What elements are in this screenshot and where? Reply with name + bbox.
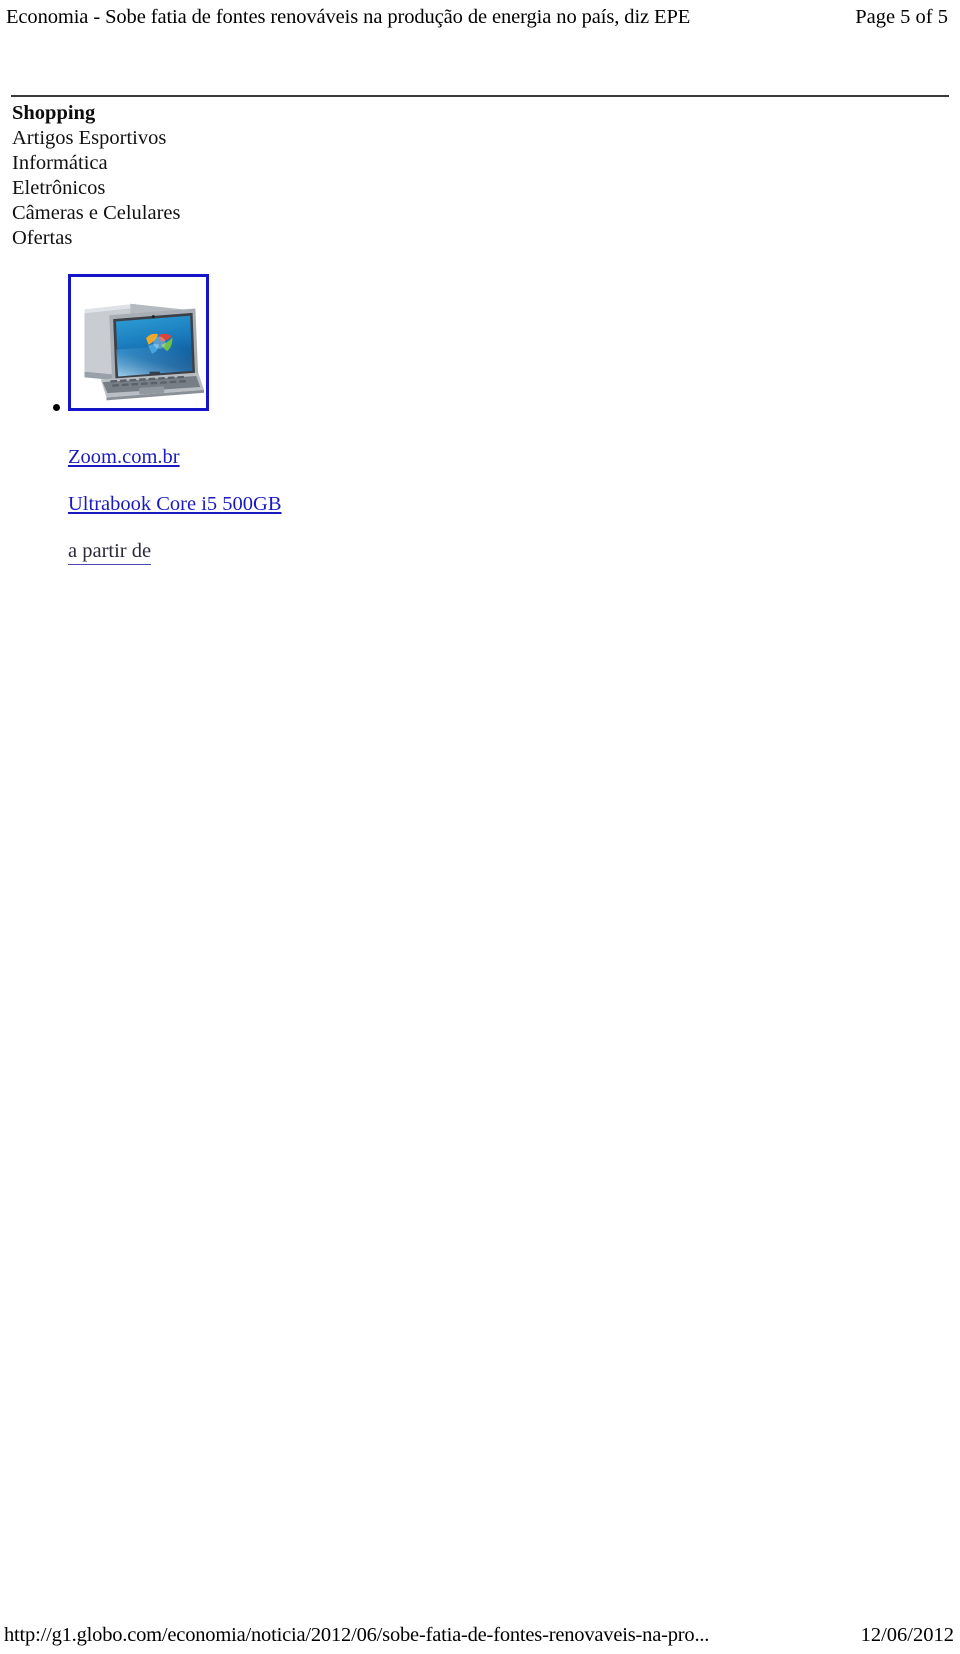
product-title-link[interactable]: Ultrabook Core i5 500GB [68,492,282,516]
footer-print-date: 12/06/2012 [860,1624,954,1646]
sidebar-item-label: Informática [12,152,108,174]
product-thumbnail-link[interactable] [68,274,209,411]
print-header: Economia - Sobe fatia de fontes renováve… [0,4,960,34]
print-footer: http://g1.globo.com/economia/noticia/201… [0,1622,960,1648]
sidebar-item-ofertas[interactable]: Ofertas [12,226,412,251]
sidebar-item-label: Artigos Esportivos [12,127,167,149]
shopping-widget: Shopping Artigos Esportivos Informática … [12,101,412,251]
printed-article-page: { "header": { "doc_title": "Economia - S… [0,0,960,1654]
footer-source-url: http://g1.globo.com/economia/noticia/201… [4,1624,710,1646]
sidebar-item-eletronicos[interactable]: Eletrônicos [12,176,412,201]
shopping-category-list: Artigos Esportivos Informática Eletrônic… [12,126,412,251]
page-title: Economia - Sobe fatia de fontes renováve… [6,6,691,28]
section-divider [11,95,949,97]
sidebar-item-informatica[interactable]: Informática [12,151,412,176]
sidebar-item-artigos-esportivos[interactable]: Artigos Esportivos [12,126,412,151]
sidebar-item-cameras-e-celulares[interactable]: Câmeras e Celulares [12,201,412,226]
product-price-prefix-link[interactable]: a partir de [68,539,152,565]
page-number-indicator: Page 5 of 5 [855,6,948,28]
sidebar-item-label: Ofertas [12,227,73,249]
sidebar-item-label: Câmeras e Celulares [12,202,181,224]
product-link-group: Zoom.com.br Ultrabook Core i5 500GB a pa… [68,445,468,565]
sidebar-item-label: Eletrônicos [12,177,106,199]
ultrabook-laptop-icon [71,277,206,408]
shopping-widget-heading: Shopping [12,102,96,124]
product-merchant-link[interactable]: Zoom.com.br [68,445,180,469]
list-bullet-icon [53,404,60,411]
